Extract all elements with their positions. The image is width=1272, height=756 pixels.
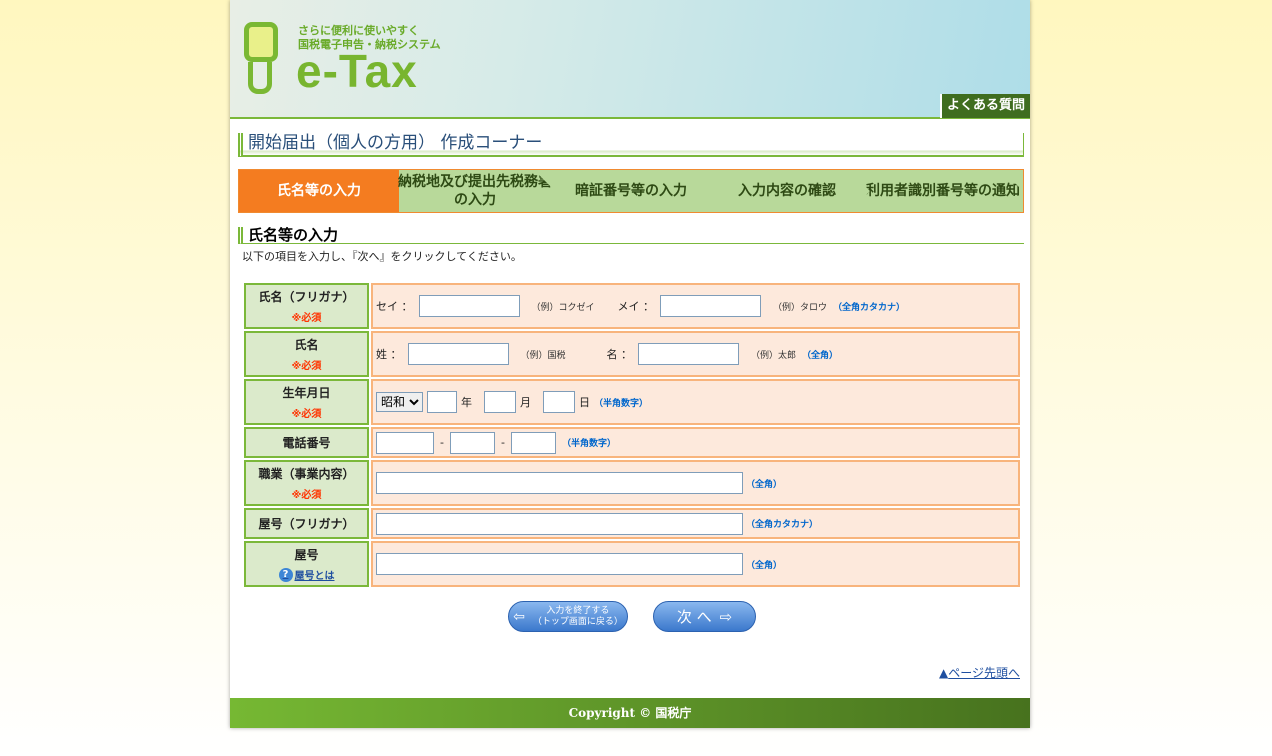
phone-part2-input[interactable] [449, 431, 495, 454]
value-cell: セイ ： （例）コクゼイ メイ ： （例）タロウ （全角カタカナ） [371, 283, 1020, 329]
format-note: （半角数字） [561, 439, 616, 449]
label-cell: 電話番号 [244, 427, 369, 458]
value-cell: - - （半角数字） [371, 427, 1020, 458]
section-title: 氏名等の入力 [238, 227, 1024, 244]
trade-name-help-link[interactable]: ? 屋号とは [278, 567, 335, 582]
field-label: 氏名（フリガナ） [258, 290, 355, 304]
step-1-current: 氏名等の入力 [239, 170, 399, 212]
faq-link[interactable]: よくある質問 [940, 94, 1030, 118]
label-cell: 屋号（フリガナ） [244, 508, 369, 539]
format-note: （全角） [802, 350, 839, 361]
phone-part1-input[interactable] [376, 431, 434, 454]
step-4: 入力内容の確認 [738, 183, 836, 199]
required-mark: ※必須 [291, 490, 322, 501]
day-unit: 日 [579, 396, 590, 409]
era-select[interactable]: 昭和 [376, 392, 423, 412]
example-text: （例）コクゼイ [531, 302, 595, 313]
birth-day-input[interactable] [543, 391, 575, 413]
format-note: （半角数字） [594, 398, 649, 409]
sei-label: 姓 ： [376, 348, 402, 361]
occupation-input[interactable] [376, 472, 743, 494]
arrow-left-icon: ⇦ [513, 608, 525, 625]
step-5: 利用者識別番号等の通知 [866, 183, 1020, 199]
trade-name-kana-input[interactable] [376, 512, 743, 535]
header: さらに便利に使いやすく 国税電子申告・納税システム e-Tax よくある質問 [230, 0, 1030, 119]
row-trade-name: 屋号 ? 屋号とは （全角） [244, 541, 1020, 587]
question-icon: ? [278, 567, 293, 582]
row-trade-name-kana: 屋号（フリガナ） （全角カタカナ） [244, 508, 1020, 539]
example-text: （例）国税 [520, 350, 566, 361]
next-label: 次 へ [676, 608, 712, 626]
value-cell: 姓 ： （例）国税 名 ： （例）太郎 （全角） [371, 331, 1020, 377]
row-phone: 電話番号 - - （半角数字） [244, 427, 1020, 458]
row-name: 氏名 ※必須 姓 ： （例）国税 名 ： （例）太郎 （全角） [244, 331, 1020, 377]
dash: - [500, 436, 505, 449]
value-cell: （全角カタカナ） [371, 508, 1020, 539]
page-container: さらに便利に使いやすく 国税電子申告・納税システム e-Tax よくある質問 開… [230, 0, 1030, 728]
surname-input[interactable] [407, 343, 509, 365]
page-title: 開始届出（個人の方用） 作成コーナー [238, 133, 1024, 157]
mei-label: 名 ： [606, 348, 633, 361]
quit-input-button[interactable]: ⇦ 入力を終了する （トップ画面に戻る） [508, 601, 628, 632]
label-cell: 氏名（フリガナ） ※必須 [244, 283, 369, 329]
step-2: 納税地及び提出先税務署の入力 [398, 174, 552, 208]
value-cell: （全角） [371, 460, 1020, 506]
etax-mascot-body [248, 62, 272, 94]
required-mark: ※必須 [291, 409, 322, 420]
step-3: 暗証番号等の入力 [575, 183, 687, 199]
instruction-text: 以下の項目を入力し、『次へ』をクリックしてください。 [242, 250, 522, 263]
arrow-right-icon: ⇨ [719, 607, 733, 626]
row-birthdate: 生年月日 ※必須 昭和 年 月 日 （半角数字） [244, 379, 1020, 425]
sei-kana-input[interactable] [418, 295, 520, 317]
mei-label: メイ ： [617, 300, 655, 313]
field-label: 生年月日 [282, 386, 331, 400]
next-button[interactable]: 次 へ ⇨ [653, 601, 756, 632]
dash: - [440, 436, 444, 449]
field-label: 屋号 [294, 548, 319, 562]
trade-name-input[interactable] [376, 553, 743, 575]
format-note: （全角） [746, 479, 783, 490]
entry-form: 氏名（フリガナ） ※必須 セイ ： （例）コクゼイ メイ ： （例）タロウ （全角… [244, 283, 1020, 589]
field-label: 電話番号 [282, 436, 331, 450]
birth-month-input[interactable] [484, 391, 516, 413]
help-link-text: 屋号とは [294, 571, 335, 582]
given-name-input[interactable] [638, 343, 739, 365]
footer-copyright: Copyright © 国税庁 [230, 698, 1030, 728]
month-unit: 月 [520, 396, 531, 409]
etax-logo-text: e-Tax [296, 45, 418, 97]
quit-sublabel: （トップ画面に戻る） [532, 616, 623, 627]
label-cell: 職業（事業内容） ※必須 [244, 460, 369, 506]
arrow-up-icon: ▲ [939, 666, 949, 680]
quit-label: 入力を終了する [546, 605, 610, 616]
field-label: 氏名 [294, 338, 319, 352]
page-top-text: ページ先頭へ [948, 666, 1020, 680]
value-cell: 昭和 年 月 日 （半角数字） [371, 379, 1020, 425]
etax-mascot-logo [244, 22, 278, 62]
sei-label: セイ ： [376, 300, 413, 313]
required-mark: ※必須 [291, 313, 322, 324]
required-mark: ※必須 [291, 361, 322, 372]
row-occupation: 職業（事業内容） ※必須 （全角） [244, 460, 1020, 506]
year-unit: 年 [461, 396, 472, 409]
example-text: （例）太郎 [751, 350, 797, 361]
label-cell: 生年月日 ※必須 [244, 379, 369, 425]
phone-part3-input[interactable] [510, 431, 556, 454]
format-note: （全角カタカナ） [746, 520, 819, 530]
row-name-kana: 氏名（フリガナ） ※必須 セイ ： （例）コクゼイ メイ ： （例）タロウ （全角… [244, 283, 1020, 329]
mei-kana-input[interactable] [660, 295, 761, 317]
progress-steps: 氏名等の入力 納税地及び提出先税務署の入力 暗証番号等の入力 入力内容の確認 利… [238, 169, 1024, 213]
label-cell: 氏名 ※必須 [244, 331, 369, 377]
format-note: （全角カタカナ） [833, 302, 906, 313]
field-label: 屋号（フリガナ） [258, 517, 355, 531]
birth-year-input[interactable] [427, 391, 457, 413]
example-text: （例）タロウ [773, 302, 828, 313]
label-cell: 屋号 ? 屋号とは [244, 541, 369, 587]
page-top-link[interactable]: ▲ページ先頭へ [939, 664, 1020, 681]
format-note: （全角） [746, 560, 783, 571]
value-cell: （全角） [371, 541, 1020, 587]
field-label: 職業（事業内容） [258, 467, 355, 481]
